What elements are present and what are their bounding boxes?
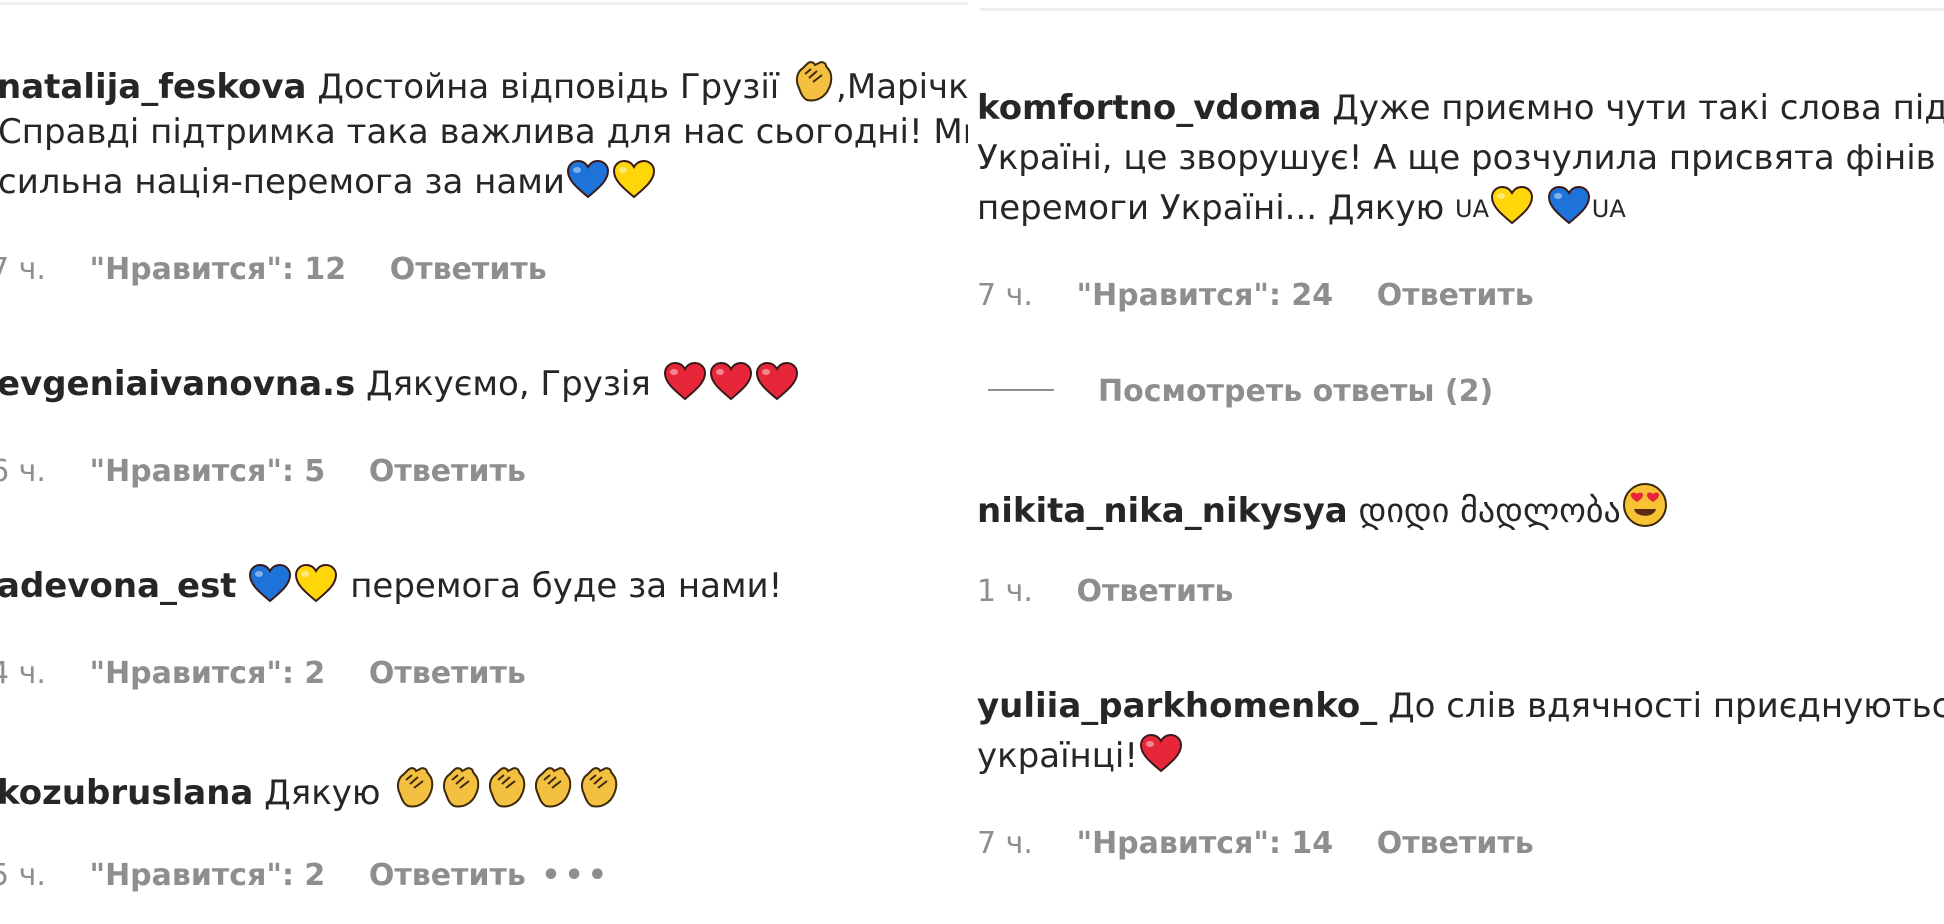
comment-text: დიდი მადლობა — [1358, 491, 1621, 531]
comment-time[interactable]: 4 ч. — [0, 656, 46, 692]
reply-button[interactable]: Ответить — [369, 454, 526, 490]
reply-button[interactable]: Ответить — [1377, 278, 1534, 314]
comment-text: Дякую — [264, 773, 381, 813]
comment-body: natalija_feskova Достойна відповідь Груз… — [0, 58, 968, 111]
comment-time[interactable]: 7 ч. — [977, 826, 1033, 862]
comment-text: Справді підтримка така важлива для нас с… — [0, 112, 968, 152]
reply-button[interactable]: Ответить — [369, 858, 526, 894]
comment-likes[interactable]: "Нравится": 24 — [1076, 278, 1333, 314]
comment-likes[interactable]: "Нравится": 2 — [89, 858, 325, 894]
ukraine-flag-icon: UA — [1591, 195, 1626, 223]
clapping-hands-icon — [576, 764, 620, 810]
comment-time[interactable]: 7 ч. — [0, 252, 46, 288]
replies-line — [988, 389, 1054, 391]
comment-username[interactable]: evgeniaivanovna.s — [0, 364, 355, 404]
yellow-heart-icon — [612, 159, 656, 199]
comment-text: сильна нація-перемога за нами — [0, 162, 565, 202]
comment-body: komfortno_vdoma Дуже приємно чути такі с… — [977, 84, 1944, 132]
comment-text: українці! — [977, 736, 1138, 776]
comment-time[interactable]: 5 ч. — [0, 858, 46, 894]
comment-username[interactable]: nikita_nika_nikysya — [977, 491, 1348, 531]
comment-time[interactable]: 7 ч. — [977, 278, 1033, 314]
clapping-hands-icon — [438, 764, 482, 810]
view-replies-button[interactable]: Посмотреть ответы (2) — [988, 374, 1493, 410]
comment-text: Дякуємо, Грузія — [366, 364, 651, 404]
comment-text: Дуже приємно чути такі слова підт — [1332, 88, 1944, 128]
yellow-heart-icon — [294, 563, 338, 603]
comment-meta: 1 ч. Ответить — [977, 574, 1233, 610]
red-heart-icon — [709, 361, 753, 401]
comment-text: перемога буде за нами! — [350, 566, 783, 606]
blue-heart-icon — [248, 563, 292, 603]
comment-meta: 7 ч. "Нравится": 12 Ответить — [0, 252, 547, 288]
comment-time[interactable]: 6 ч. — [0, 454, 46, 490]
comment-body: nikita_nika_nikysya დიდი მადლობა — [977, 482, 1669, 535]
comment-username[interactable]: yuliia_parkhomenko_ — [977, 686, 1377, 726]
star-struck-face-icon — [1622, 482, 1668, 528]
comment-username[interactable]: adevona_est — [0, 566, 237, 606]
blue-heart-icon — [566, 159, 610, 199]
comment-body: yuliia_parkhomenko_ До слів вдячності пр… — [977, 682, 1944, 730]
reply-button[interactable]: Ответить — [1377, 826, 1534, 862]
comment-body: adevona_est перемога буде за нами! — [0, 562, 782, 610]
clapping-hands-icon — [484, 764, 528, 810]
reply-button[interactable]: Ответить — [1076, 574, 1233, 610]
red-heart-icon — [663, 361, 707, 401]
comment-text: ,Марічка — [836, 67, 968, 107]
top-divider — [0, 2, 968, 5]
comment-body: kozubruslana Дякую — [0, 764, 621, 817]
comment-meta: 5 ч. "Нравится": 2 Ответить ••• — [0, 858, 611, 894]
more-options-icon[interactable]: ••• — [541, 858, 611, 894]
comment-text: До слів вдячності приєднуються — [1388, 686, 1944, 726]
view-replies-label: Посмотреть ответы (2) — [1098, 374, 1494, 409]
comment-meta: 7 ч. "Нравится": 14 Ответить — [977, 826, 1534, 862]
right-comment-column: komfortno_vdoma Дуже приємно чути такі с… — [968, 0, 1944, 924]
comment-username[interactable]: komfortno_vdoma — [977, 88, 1321, 128]
comment-username[interactable]: natalija_feskova — [0, 67, 307, 107]
comment-text: перемоги Україні... Дякую — [977, 188, 1445, 228]
comment-text: Україні, це зворушує! А ще розчулила при… — [977, 138, 1936, 178]
comment-meta: 4 ч. "Нравится": 2 Ответить — [0, 656, 526, 692]
comment-time[interactable]: 1 ч. — [977, 574, 1033, 610]
comment-body: Справді підтримка така важлива для нас с… — [0, 108, 968, 156]
comment-likes[interactable]: "Нравится": 14 — [1076, 826, 1333, 862]
blue-heart-icon — [1547, 185, 1591, 225]
reply-button[interactable]: Ответить — [369, 656, 526, 692]
comment-body: сильна нація-перемога за нами — [0, 158, 657, 206]
comment-body: evgeniaivanovna.s Дякуємо, Грузія — [0, 360, 800, 408]
comment-text: Достойна відповідь Грузії — [317, 67, 780, 107]
comment-likes[interactable]: "Нравится": 2 — [89, 656, 325, 692]
comment-meta: 6 ч. "Нравится": 5 Ответить — [0, 454, 526, 490]
comment-meta: 7 ч. "Нравится": 24 Ответить — [977, 278, 1534, 314]
comment-likes[interactable]: "Нравится": 12 — [89, 252, 346, 288]
clapping-hands-icon — [791, 58, 835, 104]
red-heart-icon — [1139, 733, 1183, 773]
yellow-heart-icon — [1490, 185, 1534, 225]
reply-button[interactable]: Ответить — [390, 252, 547, 288]
comment-body: перемоги Україні... Дякую UA UA — [977, 184, 1626, 233]
comment-likes[interactable]: "Нравится": 5 — [89, 454, 325, 490]
clapping-hands-icon — [392, 764, 436, 810]
ukraine-flag-icon: UA — [1455, 195, 1489, 223]
left-comment-column: natalija_feskova Достойна відповідь Груз… — [0, 0, 968, 924]
comment-username[interactable]: kozubruslana — [0, 773, 253, 813]
comment-body: Україні, це зворушує! А ще розчулила при… — [977, 134, 1936, 182]
red-heart-icon — [755, 361, 799, 401]
clapping-hands-icon — [530, 764, 574, 810]
comment-body: українці! — [977, 732, 1184, 780]
top-divider — [980, 8, 1944, 11]
